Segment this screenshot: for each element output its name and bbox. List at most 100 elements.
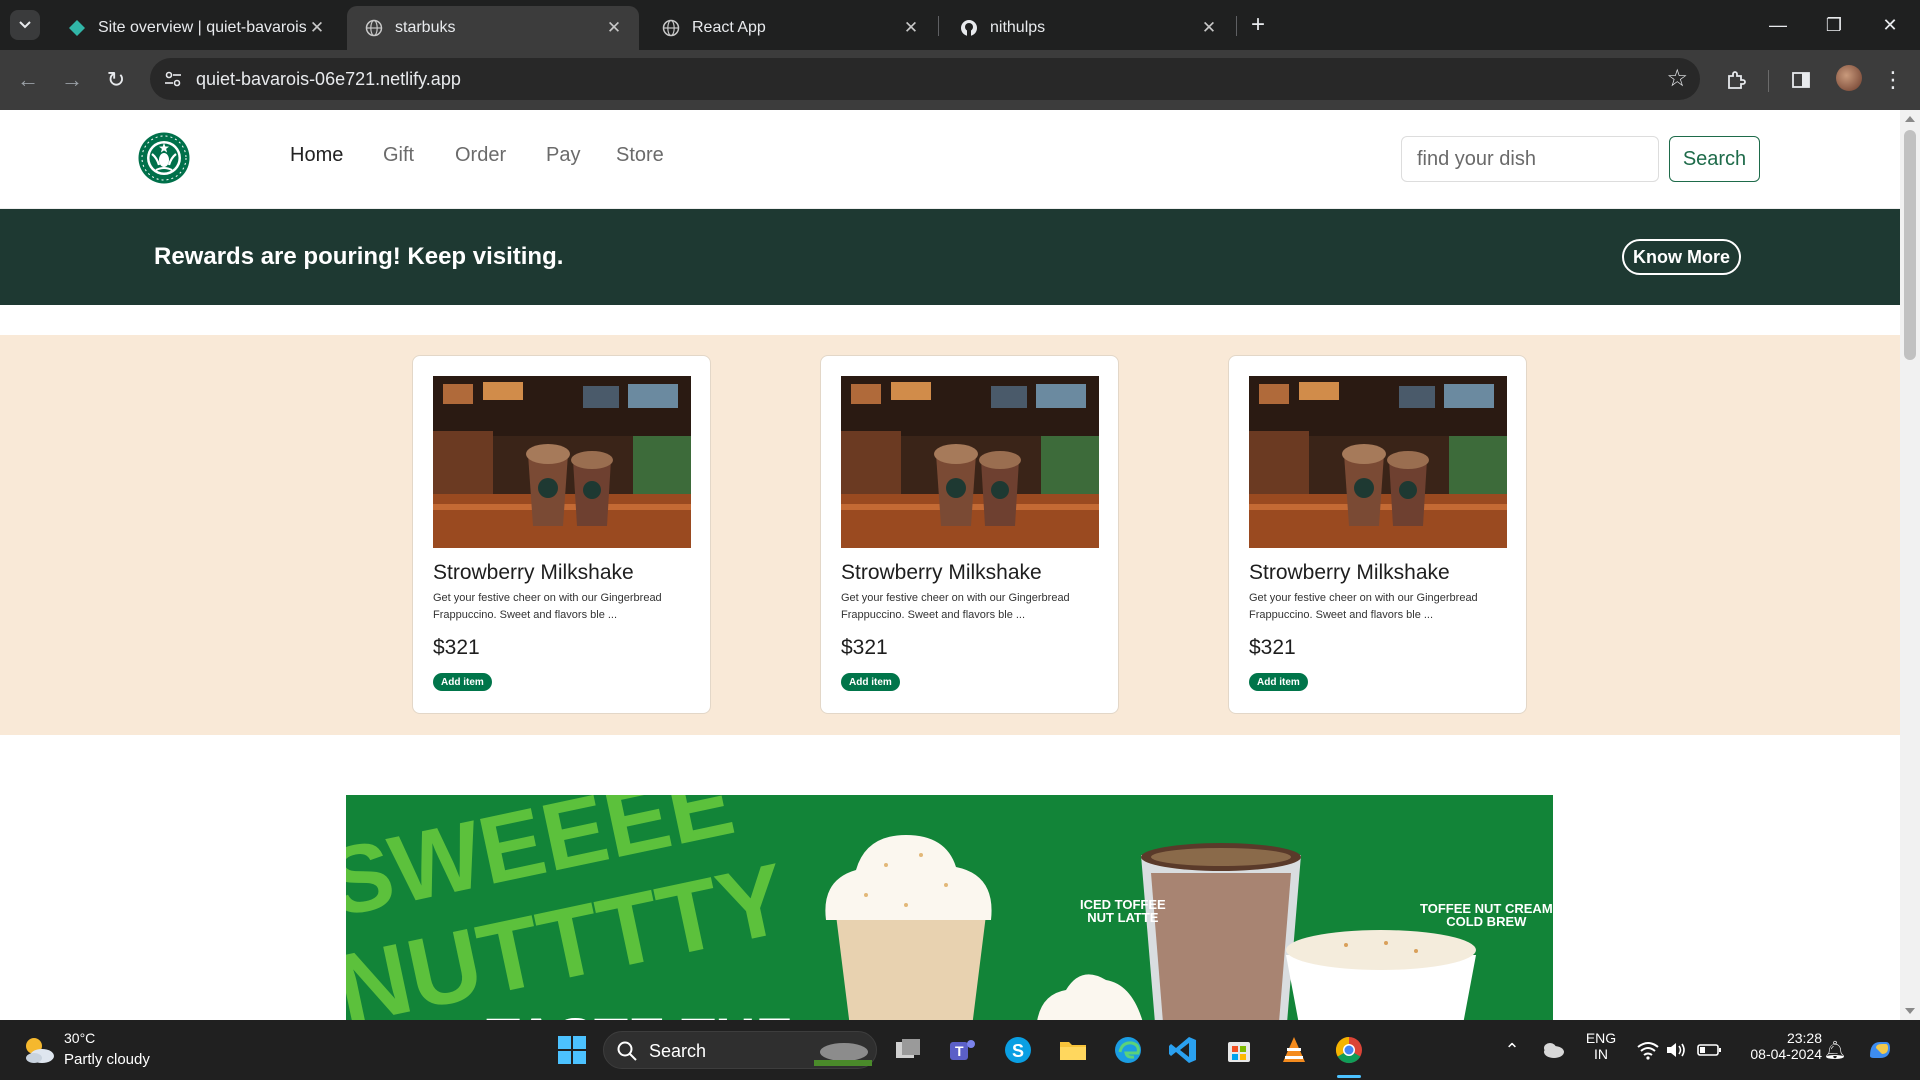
product-price: $321	[433, 636, 480, 659]
browser-menu-button[interactable]: ⋮	[1877, 64, 1909, 96]
restore-button[interactable]: ❐	[1806, 0, 1862, 50]
taskbar-search[interactable]: Search	[603, 1031, 877, 1069]
vlc-icon[interactable]	[1278, 1034, 1310, 1066]
nav-link-gift[interactable]: Gift	[383, 144, 414, 167]
site-settings-icon[interactable]	[162, 68, 184, 90]
product-description: Get your festive cheer on with our Ginge…	[1249, 592, 1478, 621]
active-app-indicator	[1337, 1075, 1361, 1078]
close-icon[interactable]: ✕	[306, 17, 328, 39]
globe-icon	[662, 19, 680, 37]
scroll-down-arrow[interactable]	[1905, 1008, 1915, 1014]
minimize-button[interactable]: —	[1750, 0, 1806, 50]
extensions-button[interactable]	[1720, 64, 1752, 96]
arrow-left-icon: ←	[17, 67, 39, 92]
site-header: Home Gift Order Pay Store Search	[0, 110, 1900, 209]
battery-icon[interactable]	[1693, 1034, 1725, 1066]
microsoft-store-icon[interactable]	[1223, 1034, 1255, 1066]
side-panel-icon	[1792, 72, 1810, 88]
windows-start-icon[interactable]	[556, 1034, 588, 1066]
promo-label-line: NUT LATTE	[1087, 910, 1159, 925]
product-card: Strowberry Milkshake Get your festive ch…	[412, 355, 711, 714]
chrome-icon[interactable]	[1333, 1034, 1365, 1066]
clock[interactable]: 23:28 08-04-2024	[1732, 1030, 1822, 1062]
search-highlight-image	[814, 1043, 872, 1066]
product-description: Get your festive cheer on with our Ginge…	[841, 592, 1070, 621]
toolbar-divider	[1768, 70, 1769, 92]
clock-date: 08-04-2024	[1750, 1046, 1822, 1062]
region-code: IN	[1594, 1046, 1608, 1062]
teams-icon[interactable]: T	[946, 1034, 978, 1066]
tab-react-app[interactable]: React App ✕	[644, 6, 936, 50]
search-button[interactable]: Search	[1669, 136, 1760, 182]
tab-nithulps[interactable]: nithulps ✕	[942, 6, 1234, 50]
product-name: Strowberry Milkshake	[1249, 561, 1450, 584]
onedrive-icon[interactable]	[1538, 1034, 1570, 1066]
tab-site-overview[interactable]: Site overview | quiet-bavarois-0 ✕	[50, 6, 342, 50]
tab-title: starbuks	[395, 19, 456, 36]
tab-title: nithulps	[990, 19, 1046, 36]
rewards-message: Rewards are pouring! Keep visiting.	[154, 243, 564, 270]
speaker-icon[interactable]	[1660, 1034, 1692, 1066]
language-indicator[interactable]: ENG IN	[1580, 1030, 1622, 1062]
know-more-button[interactable]: Know More	[1622, 239, 1741, 275]
chevron-up-icon[interactable]: ⌃	[1496, 1034, 1528, 1066]
netlify-favicon	[69, 20, 85, 36]
task-view-icon[interactable]	[892, 1034, 924, 1066]
close-icon[interactable]: ✕	[900, 17, 922, 39]
tab-search-button[interactable]	[10, 10, 40, 40]
promo-product-label: TOFFEE NUT CREAM COLD BREW	[1420, 902, 1553, 928]
scroll-thumb[interactable]	[1904, 130, 1916, 360]
copilot-icon[interactable]	[1864, 1034, 1896, 1066]
address-bar[interactable]: quiet-bavarois-06e721.netlify.app ☆	[150, 58, 1700, 100]
side-panel-button[interactable]	[1785, 64, 1817, 96]
browser-tab-bar: Site overview | quiet-bavarois-0 ✕ starb…	[0, 0, 1920, 50]
add-item-button[interactable]: Add item	[1249, 673, 1308, 691]
scroll-up-arrow[interactable]	[1905, 116, 1915, 122]
kebab-menu-icon: ⋮	[1882, 67, 1904, 92]
tab-starbuks[interactable]: starbuks ✕	[347, 6, 639, 50]
nav-link-order[interactable]: Order	[455, 144, 506, 167]
taskbar-search-label: Search	[649, 1041, 707, 1061]
forward-button[interactable]: →	[56, 64, 88, 96]
add-item-button[interactable]: Add item	[433, 673, 492, 691]
skype-icon[interactable]: S	[1002, 1034, 1034, 1066]
nav-link-store[interactable]: Store	[616, 144, 664, 167]
profile-avatar[interactable]	[1836, 65, 1862, 91]
close-icon[interactable]: ✕	[603, 17, 625, 39]
product-image	[433, 376, 691, 548]
window-close-button[interactable]: ✕	[1862, 0, 1918, 50]
weather-description[interactable]: Partly cloudy	[64, 1051, 150, 1068]
product-name: Strowberry Milkshake	[433, 561, 634, 584]
starbucks-logo[interactable]	[138, 132, 190, 184]
tab-divider	[1236, 16, 1237, 36]
new-tab-button[interactable]: +	[1243, 10, 1273, 40]
partly-cloudy-icon[interactable]	[20, 1034, 58, 1066]
back-button[interactable]: ←	[12, 64, 44, 96]
close-icon[interactable]: ✕	[1198, 17, 1220, 39]
chevron-down-icon	[19, 21, 31, 29]
product-price: $321	[1249, 636, 1296, 659]
github-icon	[961, 20, 977, 36]
nav-link-pay[interactable]: Pay	[546, 144, 580, 167]
promo-banner: SWEEEE NUTTTTY TASTE THE ICED TOFFEE NUT…	[346, 795, 1553, 1020]
file-explorer-icon[interactable]	[1057, 1034, 1089, 1066]
product-card: Strowberry Milkshake Get your festive ch…	[1228, 355, 1527, 714]
page-viewport: Home Gift Order Pay Store Search Rewards…	[0, 110, 1900, 1020]
page-scrollbar[interactable]	[1900, 110, 1920, 1020]
puzzle-icon	[1728, 71, 1746, 89]
bookmark-star-icon[interactable]: ☆	[1666, 64, 1688, 93]
edge-icon[interactable]	[1112, 1034, 1144, 1066]
reload-button[interactable]: ↻	[100, 64, 132, 96]
vscode-icon[interactable]	[1167, 1034, 1199, 1066]
promo-label-line: COLD BREW	[1446, 914, 1527, 929]
dish-search-input[interactable]	[1401, 136, 1659, 182]
notification-bell-icon[interactable]: 🔔︎	[1819, 1034, 1851, 1066]
windows-taskbar: 30°C Partly cloudy Search T S ⌃ ENG IN 2…	[0, 1020, 1920, 1080]
promo-product-label: ICED TOFFEE NUT LATTE	[1080, 898, 1166, 924]
product-price: $321	[841, 636, 888, 659]
browser-toolbar: ← → ↻ quiet-bavarois-06e721.netlify.app …	[0, 50, 1920, 110]
weather-temperature[interactable]: 30°C	[64, 1030, 95, 1046]
add-item-button[interactable]: Add item	[841, 673, 900, 691]
svg-text:T: T	[955, 1043, 964, 1059]
nav-link-home[interactable]: Home	[290, 144, 343, 167]
